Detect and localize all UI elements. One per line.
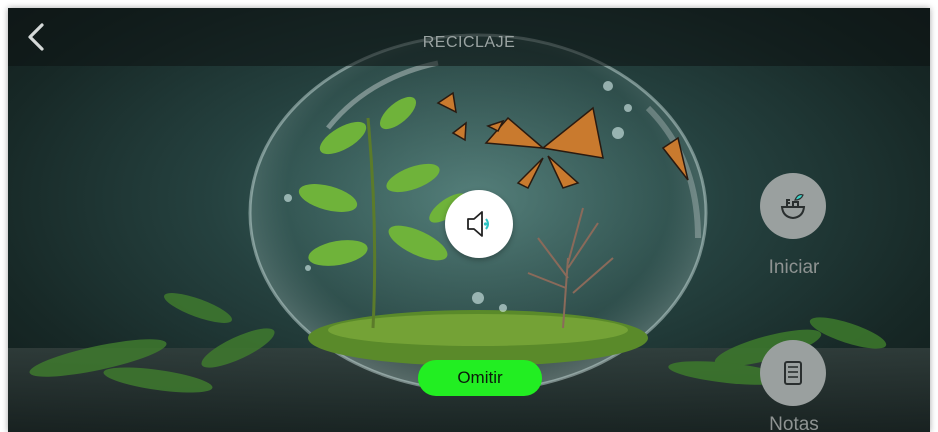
skip-button[interactable]: Omitir (418, 360, 542, 396)
start-label: Iniciar (768, 257, 820, 278)
page-title: RECICLAJE (422, 34, 516, 51)
app-screen: RECICLAJE Omitir Iniciar Notas (8, 8, 930, 432)
notes-label: Notas (769, 414, 819, 432)
speaker-icon (467, 211, 489, 237)
audio-play-button[interactable] (445, 190, 513, 258)
start-button[interactable] (760, 173, 826, 239)
plant-pot-icon (780, 193, 806, 220)
notes-button[interactable] (760, 340, 826, 406)
notes-icon (784, 361, 802, 385)
